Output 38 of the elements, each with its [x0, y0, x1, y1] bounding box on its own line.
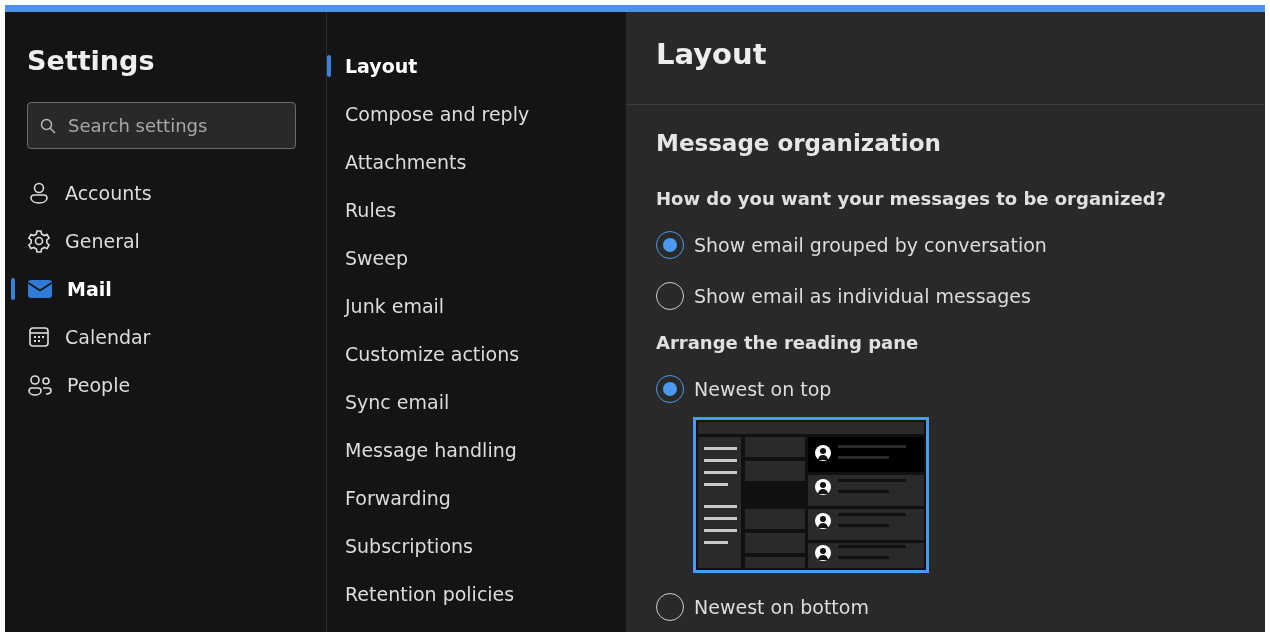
sidebar-item-label: General [65, 230, 140, 252]
radio-label: Newest on top [694, 377, 832, 400]
page-title: Layout [656, 37, 767, 71]
sidebar-item[interactable]: Accounts [5, 169, 326, 217]
subnav-item[interactable]: Sweep [327, 234, 626, 282]
sidebar-item[interactable]: People [5, 361, 326, 409]
subnav-item[interactable]: Rules [327, 186, 626, 234]
person-icon [27, 181, 51, 205]
sidebar-item[interactable]: General [5, 217, 326, 265]
radio-label: Show email as individual messages [694, 284, 1031, 307]
mail-icon [27, 278, 53, 300]
sidebar-item-label: Calendar [65, 326, 151, 348]
subnav-item[interactable]: Compose and reply [327, 90, 626, 138]
subnav-item[interactable]: Junk email [327, 282, 626, 330]
people-icon [27, 373, 53, 397]
search-icon [40, 118, 56, 134]
question-label: How do you want your messages to be organized? [656, 186, 1168, 211]
sidebar-item[interactable]: Calendar [5, 313, 326, 361]
radio-label: Newest on bottom [694, 595, 869, 618]
sidebar-item[interactable]: Mail [5, 265, 326, 313]
sidebar-item-label: People [67, 374, 131, 396]
subnav-item[interactable]: Sync email [327, 378, 626, 426]
subnav-item[interactable]: Forwarding [327, 474, 626, 522]
subnav-item[interactable]: Attachments [327, 138, 626, 186]
settings-title: Settings [27, 45, 156, 78]
subnav-item[interactable]: Message handling [327, 426, 626, 474]
sidebar-item-label: Accounts [65, 182, 152, 204]
subnav-item[interactable]: Layout [327, 42, 626, 90]
subnav-item[interactable]: Subscriptions [327, 522, 626, 570]
search-field[interactable]: Search settings [27, 102, 296, 149]
question-label: Arrange the reading pane [656, 330, 920, 355]
radio-label: Show email grouped by conversation [694, 233, 1047, 256]
sidebar-item-label: Mail [67, 278, 112, 300]
calendar-icon [27, 325, 51, 349]
subnav-item[interactable]: Customize actions [327, 330, 626, 378]
section-title: Message organization [656, 129, 942, 158]
subnav-item[interactable]: Retention policies [327, 570, 626, 618]
settings-icon [27, 229, 51, 253]
